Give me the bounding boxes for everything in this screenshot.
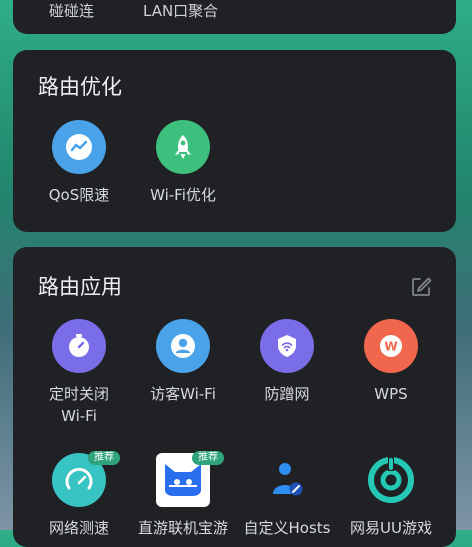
timer-icon bbox=[52, 319, 106, 373]
scheduled-wifi-off-label: 定时关闭 Wi-Fi bbox=[48, 385, 109, 425]
route-optimization-title: 路由优化 bbox=[38, 75, 122, 99]
wps-icon: W bbox=[364, 319, 418, 373]
user-edit-icon bbox=[260, 453, 314, 507]
top-card: 碰碰连 LAN口聚合 bbox=[13, 0, 456, 34]
scheduled-wifi-off-app[interactable]: 定时关闭 Wi-Fi bbox=[24, 319, 134, 427]
network-speed-test-label: 网络测速 bbox=[48, 519, 109, 537]
wps-app[interactable]: W WPS bbox=[336, 319, 446, 405]
netease-uu-label: 网易UU游戏 bbox=[350, 519, 432, 537]
svg-text:W: W bbox=[384, 340, 397, 354]
game-accelerator-label: 直游联机宝游 bbox=[137, 519, 228, 537]
wifi-optimize-label: Wi-Fi优化 bbox=[150, 186, 216, 204]
shield-wifi-icon bbox=[260, 319, 314, 373]
anti-freeloader-app[interactable]: 防蹭网 bbox=[232, 319, 342, 405]
uu-logo-icon bbox=[364, 453, 418, 507]
game-accelerator-app[interactable]: 推荐 直游联机宝游 bbox=[128, 451, 238, 539]
route-applications-card: 路由应用 定时关闭 Wi-Fi 访客Wi-Fi 防蹭网 W WPS 推荐 网络测… bbox=[13, 247, 456, 547]
qos-speed-limit-app[interactable]: QoS限速 bbox=[24, 120, 134, 206]
wps-label: WPS bbox=[374, 385, 408, 403]
guest-wifi-label: 访客Wi-Fi bbox=[150, 385, 216, 403]
top-item-lan-aggregation[interactable]: LAN口聚合 bbox=[143, 0, 218, 21]
route-applications-title: 路由应用 bbox=[38, 275, 122, 299]
recommend-badge: 推荐 bbox=[88, 451, 120, 465]
custom-hosts-app[interactable]: 自定义Hosts bbox=[232, 453, 342, 539]
guest-user-icon bbox=[156, 319, 210, 373]
custom-hosts-label: 自定义Hosts bbox=[243, 519, 331, 537]
guest-wifi-app[interactable]: 访客Wi-Fi bbox=[128, 319, 238, 405]
edit-icon[interactable] bbox=[409, 275, 433, 299]
wifi-optimize-app[interactable]: Wi-Fi优化 bbox=[128, 120, 238, 206]
speed-chart-icon bbox=[52, 120, 106, 174]
anti-freeloader-label: 防蹭网 bbox=[264, 385, 310, 403]
rocket-icon bbox=[156, 120, 210, 174]
route-optimization-card: 路由优化 QoS限速 Wi-Fi优化 bbox=[13, 50, 456, 232]
network-speed-test-app[interactable]: 推荐 网络测速 bbox=[24, 451, 134, 539]
recommend-badge: 推荐 bbox=[192, 451, 224, 465]
netease-uu-app[interactable]: 网易UU游戏 bbox=[336, 453, 446, 539]
top-item-bump-connect[interactable]: 碰碰连 bbox=[49, 0, 94, 21]
qos-speed-limit-label: QoS限速 bbox=[48, 186, 110, 204]
